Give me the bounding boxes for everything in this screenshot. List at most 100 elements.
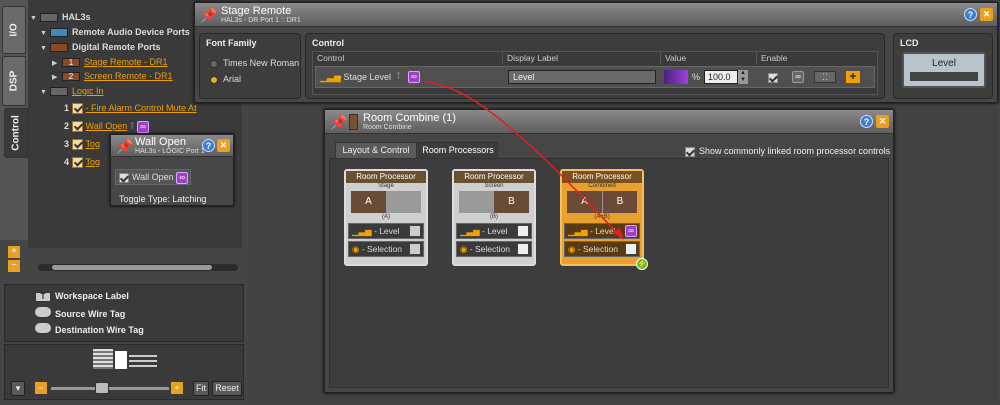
legend-dest-tag[interactable]: Destination Wire Tag <box>35 323 144 335</box>
logic-in-link[interactable]: Logic In <box>72 86 104 96</box>
scrollbar-thumb[interactable] <box>52 265 212 270</box>
selection-control[interactable]: ◉ - Selection <box>456 241 532 257</box>
collapse-arrow-icon[interactable]: ▼ <box>30 12 40 25</box>
window-titlebar[interactable]: 📌 Room Combine (1) Room Combine ? ✕ <box>325 110 893 134</box>
link-slot-icon[interactable] <box>409 243 421 255</box>
legend-workspace-label[interactable]: T Workspace Label <box>35 291 129 302</box>
tree-logic-item[interactable]: 4 Tog <box>64 156 100 169</box>
show-linked-toggle[interactable]: Show commonly linked room processor cont… <box>685 146 890 157</box>
checkbox-icon[interactable] <box>71 157 83 169</box>
stage-remote-window: 📌 Stage Remote HAL3s - DR Port 1 :: DR1 … <box>194 2 998 103</box>
tree-logic-item[interactable]: 3 Tog <box>64 138 100 151</box>
logic-link[interactable]: - Fire Alarm Control Mute At <box>86 103 197 113</box>
tree-digital-remote[interactable]: ▼ Digital Remote Ports <box>40 41 161 54</box>
link-icon[interactable] <box>517 225 529 237</box>
level-control[interactable]: ▁▃▅ - Level ∞ <box>564 223 640 239</box>
palette-icon[interactable]: ✚ <box>846 71 860 83</box>
selection-control[interactable]: ◉ - Selection <box>348 241 424 257</box>
link-icon[interactable]: ∞ <box>176 171 189 184</box>
tree-scrollbar[interactable] <box>38 264 238 271</box>
link-slot-icon[interactable] <box>409 225 421 237</box>
enable-checkbox[interactable] <box>768 72 778 83</box>
port-link[interactable]: Screen Remote - DR1 <box>84 71 173 81</box>
room-processor-screen[interactable]: Room Processor Screen B (B) ▁▃▅ - Level … <box>452 169 536 266</box>
tree-port-stage[interactable]: ▶ 1 Stage Remote - DR1 <box>52 56 168 69</box>
room-processor-stage[interactable]: Room Processor Stage A (A) ▁▃▅ - Level ◉… <box>344 169 428 266</box>
help-icon[interactable]: ? <box>860 115 873 128</box>
tree-port-screen[interactable]: ▶ 2 Screen Remote - DR1 <box>52 70 173 83</box>
tree-logic-item[interactable]: 2 Wall Open ⊺ ∞ <box>64 120 149 133</box>
level-control[interactable]: ▁▃▅ - Level <box>348 223 424 239</box>
link-icon[interactable]: ∞ <box>792 71 804 83</box>
tab-dsp[interactable]: DSP <box>2 56 26 106</box>
tab-control[interactable]: Control <box>4 108 28 158</box>
value-stepper[interactable]: ▲ ▼ <box>738 70 748 84</box>
room-processor-combined[interactable]: Room Processor Combined A B (A+B) ▁▃▅ - … <box>560 169 648 270</box>
tree-remote-audio[interactable]: ▼ Remote Audio Device Ports <box>40 26 190 39</box>
checkbox-icon[interactable] <box>685 146 695 157</box>
pin-icon[interactable]: 📌 <box>200 7 217 23</box>
tree-root[interactable]: ▼ HAL3s <box>30 11 91 24</box>
tree-logic-item[interactable]: 1 - Fire Alarm Control Mute At <box>64 102 197 115</box>
zoom-slider-handle[interactable] <box>95 382 109 394</box>
minimap[interactable] <box>93 349 163 373</box>
toggle-type-label: Toggle Type: Latching <box>119 194 207 204</box>
pin-icon[interactable]: 📌 <box>330 114 347 130</box>
tab-room-processors[interactable]: Room Processors <box>418 142 498 159</box>
checkbox-icon[interactable] <box>71 103 83 115</box>
switch-icon: ⊺ <box>396 71 401 81</box>
tab-io[interactable]: I/O <box>2 6 26 54</box>
help-icon[interactable]: ? <box>964 8 977 21</box>
zoom-out-icon[interactable]: − <box>35 382 47 394</box>
value-input[interactable]: 100.0 <box>704 70 738 84</box>
control-row[interactable]: ▁▃▅ - Stage Level ⊺ ∞ Level % 100.0 ▲ ▼ ∞… <box>315 66 875 88</box>
close-icon[interactable]: ✕ <box>980 8 993 21</box>
display-label-input[interactable]: Level <box>508 70 656 84</box>
font-option[interactable]: Arial <box>210 74 241 84</box>
radio-icon[interactable] <box>210 59 218 68</box>
level-control[interactable]: ▁▃▅ - Level <box>456 223 532 239</box>
tab-layout-control[interactable]: Layout & Control <box>335 142 417 158</box>
expand-icon[interactable]: + <box>8 246 20 258</box>
port-number: 2 <box>62 72 80 82</box>
dropdown-icon[interactable]: ▾ <box>11 381 25 396</box>
link-icon[interactable]: ∞ <box>408 71 420 83</box>
logic-link[interactable]: Tog <box>86 157 101 167</box>
grid-icon[interactable]: ⁚⁚ <box>814 71 836 83</box>
checkbox-icon[interactable] <box>71 121 83 133</box>
tree-logic-in[interactable]: ▼ Logic In <box>40 85 104 98</box>
checkbox-icon[interactable] <box>71 139 83 151</box>
selection-control[interactable]: ◉ - Selection <box>564 241 640 257</box>
side-tabs: I/O DSP Control <box>0 0 28 240</box>
help-icon[interactable]: ? <box>202 139 215 152</box>
link-icon[interactable] <box>625 243 637 255</box>
value-meter[interactable] <box>664 70 688 84</box>
tag-icon <box>35 323 51 333</box>
link-icon[interactable] <box>517 243 529 255</box>
logic-link[interactable]: Wall Open <box>86 121 128 131</box>
zoom-slider[interactable] <box>51 387 169 390</box>
pin-icon[interactable]: 📌 <box>116 138 133 154</box>
processor-title: Room Processor <box>346 171 426 183</box>
close-icon[interactable]: ✕ <box>876 115 889 128</box>
legend-source-tag[interactable]: Source Wire Tag <box>35 307 125 319</box>
level-icon: ▁▃▅ <box>568 226 588 236</box>
window-titlebar[interactable]: 📌 Stage Remote HAL3s - DR Port 1 :: DR1 … <box>195 3 997 27</box>
window-titlebar[interactable]: 📌 Wall Open HAL3s - LOGIC Port 1 ? ✕ <box>111 135 233 157</box>
logic-icon <box>50 87 68 97</box>
window-subtitle: Room Combine <box>363 124 412 131</box>
collapse-icon[interactable]: − <box>8 260 20 272</box>
checkbox-icon[interactable] <box>119 172 129 183</box>
fit-button[interactable]: Fit <box>193 381 209 396</box>
wall-open-control[interactable]: Wall Open ∞ <box>115 169 191 185</box>
logic-link[interactable]: Tog <box>86 139 101 149</box>
link-icon[interactable]: ∞ <box>625 225 637 237</box>
port-link[interactable]: Stage Remote - DR1 <box>84 57 168 67</box>
radio-selected-icon[interactable] <box>210 75 218 84</box>
zoom-in-icon[interactable]: + <box>171 382 183 394</box>
reset-button[interactable]: Reset <box>212 381 242 396</box>
close-icon[interactable]: ✕ <box>217 139 230 152</box>
link-icon[interactable]: ∞ <box>136 120 149 133</box>
window-title: Room Combine (1) <box>363 112 456 124</box>
font-option[interactable]: Times New Roman <box>210 58 299 68</box>
